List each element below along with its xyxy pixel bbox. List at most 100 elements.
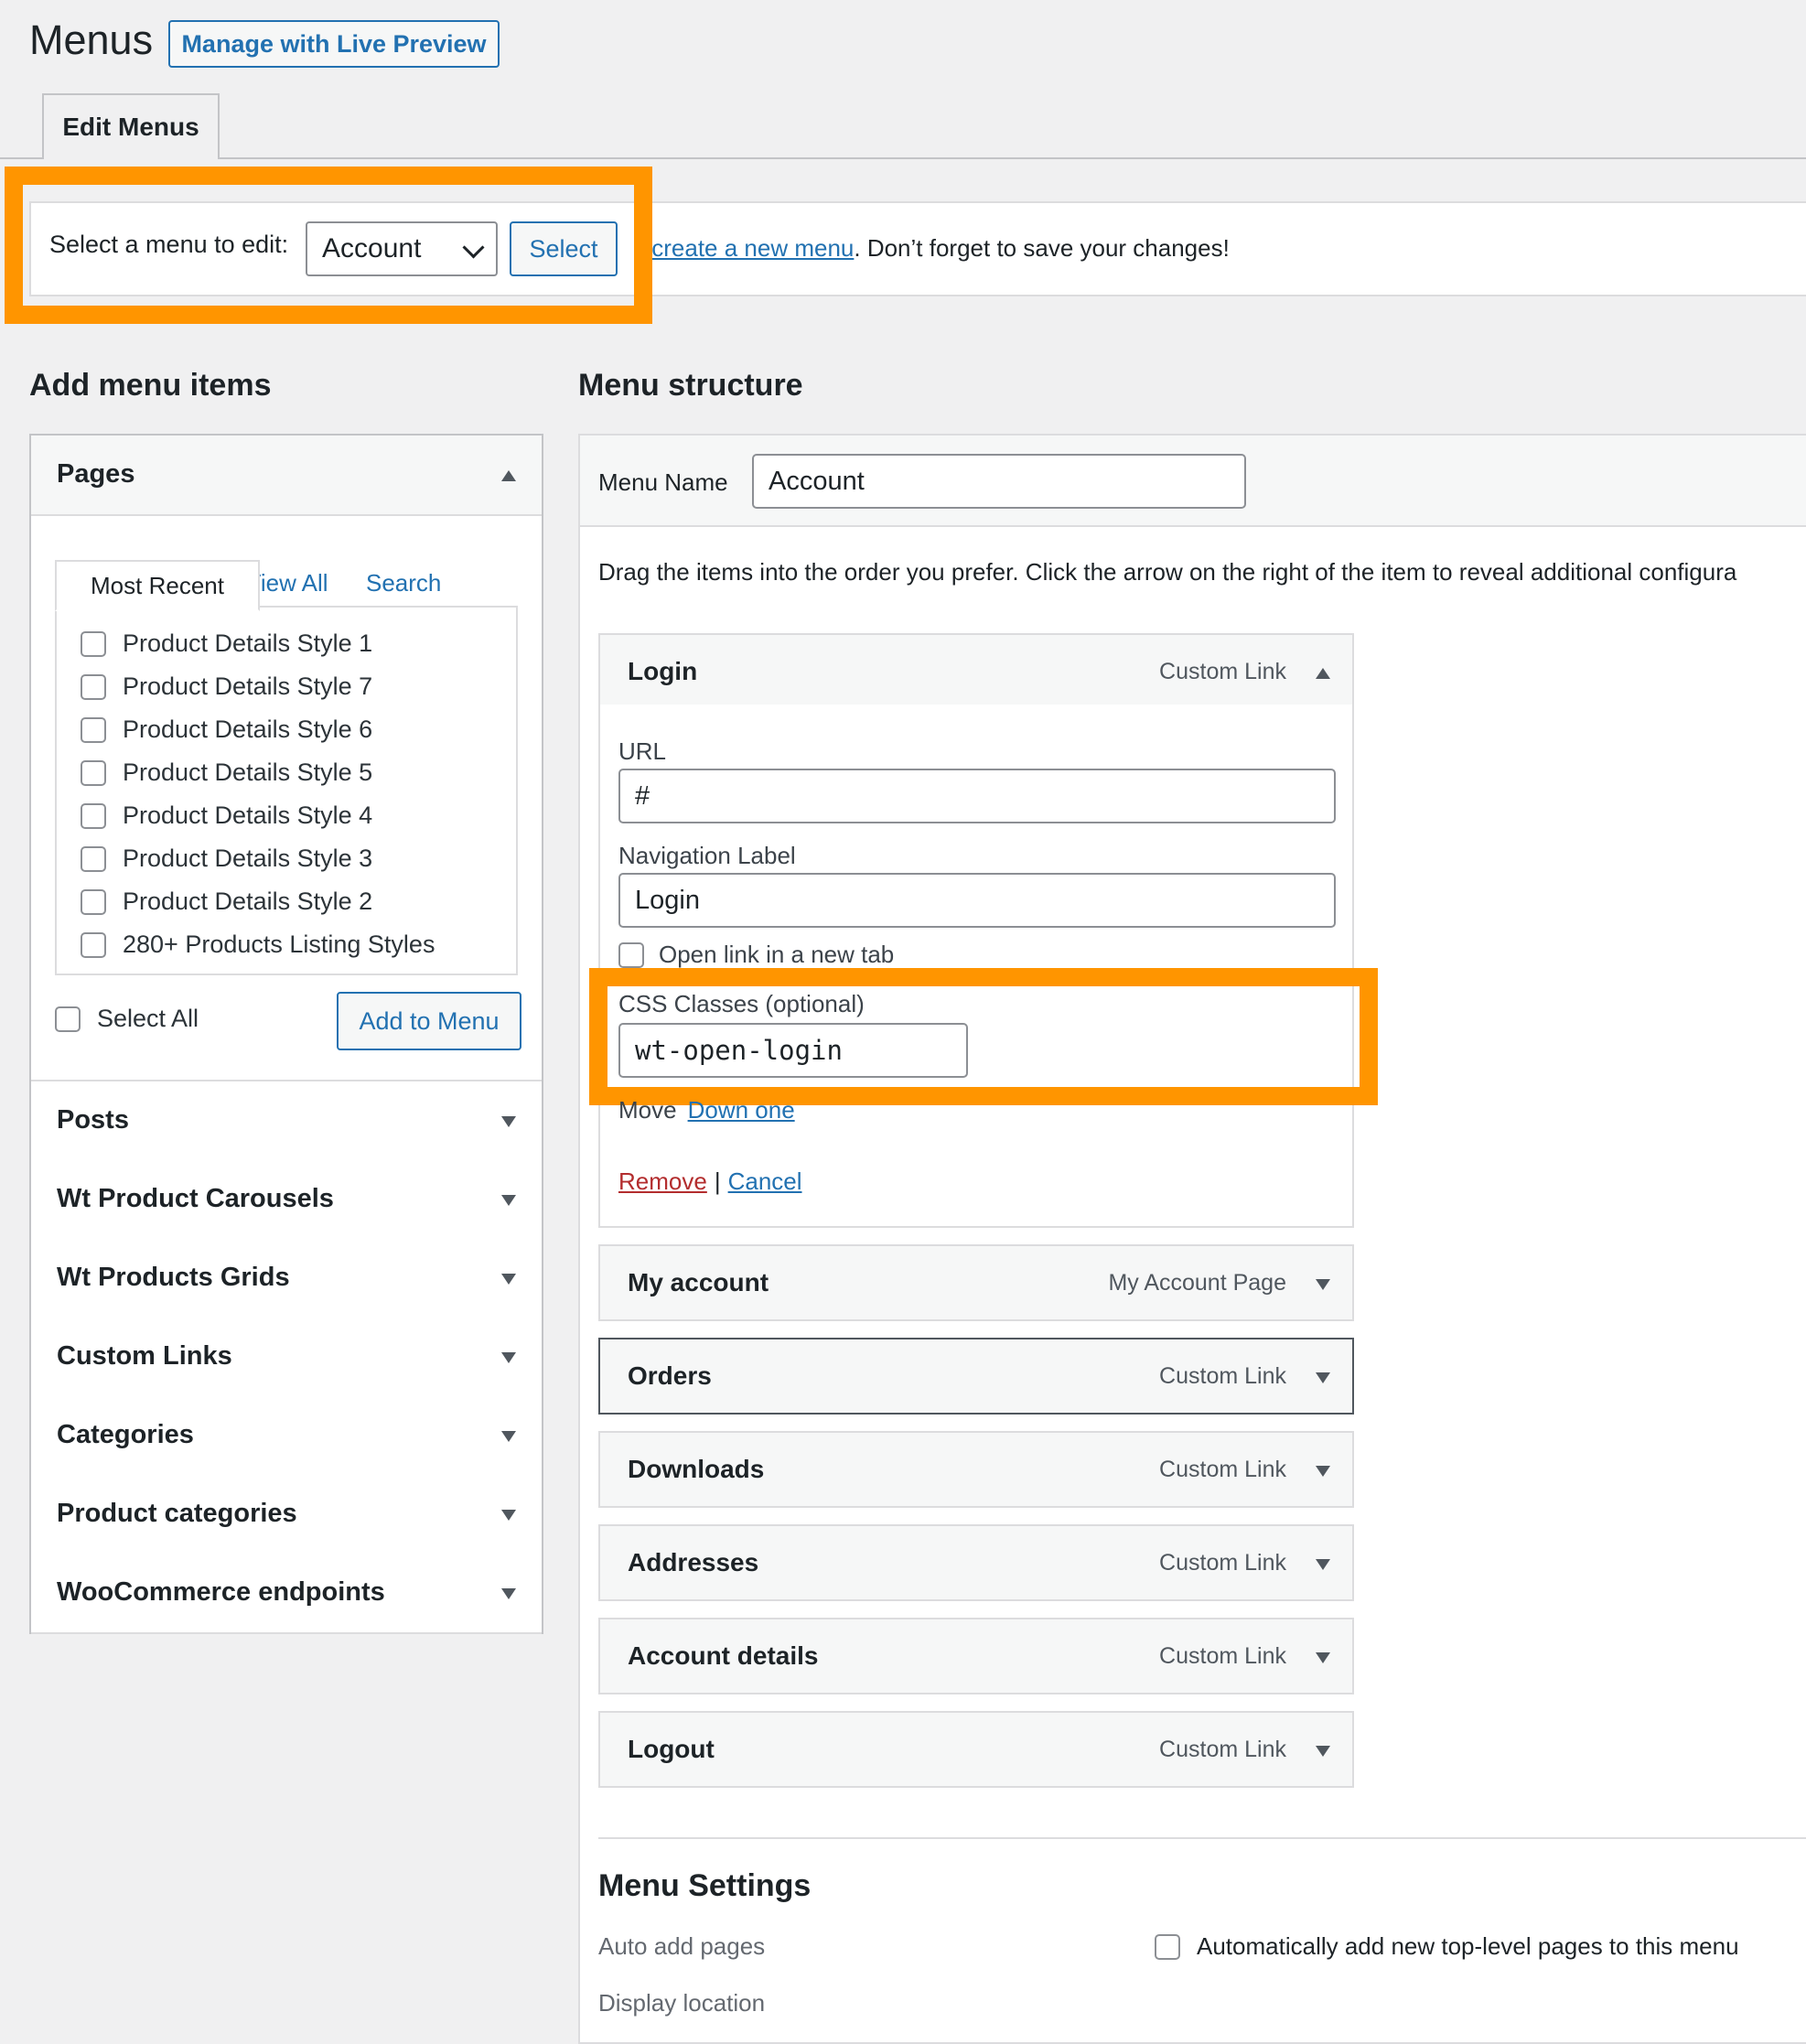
list-item-label: Product Details Style 5 bbox=[123, 758, 373, 786]
arrow-down-icon[interactable] bbox=[1316, 1559, 1330, 1570]
add-menu-items-panel: Pages Most Recent View All Search Produc… bbox=[29, 434, 543, 1634]
list-item[interactable]: Product Details Style 6 bbox=[81, 715, 372, 744]
checkbox[interactable] bbox=[81, 888, 106, 915]
hint-tail: . Don’t forget to save your changes! bbox=[854, 234, 1230, 262]
section-title: Product categories bbox=[57, 1499, 297, 1528]
arrow-down-icon bbox=[501, 1431, 516, 1442]
arrow-down-icon[interactable] bbox=[1316, 1746, 1330, 1757]
menu-settings-heading: Menu Settings bbox=[598, 1868, 812, 1903]
navigation-label-input[interactable]: Login bbox=[618, 873, 1336, 928]
section-product-categories[interactable]: Product categories bbox=[31, 1475, 542, 1555]
list-item-label: Product Details Style 2 bbox=[123, 888, 373, 915]
cancel-link[interactable]: Cancel bbox=[728, 1167, 802, 1196]
arrow-down-icon[interactable] bbox=[1316, 1466, 1330, 1477]
arrow-down-icon bbox=[501, 1510, 516, 1521]
menu-name-label: Menu Name bbox=[598, 468, 728, 496]
checkbox[interactable] bbox=[81, 759, 106, 786]
menu-item-type: Custom Link bbox=[1159, 1737, 1286, 1762]
tab-search[interactable]: Search bbox=[366, 569, 441, 597]
arrow-down-icon[interactable] bbox=[1316, 1652, 1330, 1663]
auto-add-text: Automatically add new top-level pages to… bbox=[1197, 1932, 1739, 1960]
menu-item-logout[interactable]: Logout Custom Link bbox=[598, 1711, 1354, 1788]
list-item-label: Product Details Style 1 bbox=[123, 629, 373, 657]
add-to-menu-button[interactable]: Add to Menu bbox=[337, 992, 521, 1050]
section-posts[interactable]: Posts bbox=[31, 1080, 542, 1162]
arrow-down-icon[interactable] bbox=[1316, 1372, 1330, 1383]
list-item-label: Product Details Style 4 bbox=[123, 801, 373, 829]
menu-item-addresses[interactable]: Addresses Custom Link bbox=[598, 1524, 1354, 1601]
menu-item-login[interactable]: Login Custom Link bbox=[598, 633, 1354, 710]
checkbox[interactable] bbox=[81, 630, 106, 657]
move-row: Move Down one bbox=[618, 1096, 795, 1124]
auto-add-checkbox[interactable] bbox=[1155, 1933, 1180, 1960]
list-item[interactable]: Product Details Style 7 bbox=[81, 672, 372, 701]
menu-item-type: Custom Link bbox=[1159, 1363, 1286, 1389]
open-new-tab-label: Open link in a new tab bbox=[659, 941, 895, 968]
arrow-up-icon bbox=[501, 470, 516, 481]
menu-item-downloads[interactable]: Downloads Custom Link bbox=[598, 1431, 1354, 1508]
section-custom-links[interactable]: Custom Links bbox=[31, 1318, 542, 1398]
arrow-down-icon bbox=[501, 1116, 516, 1127]
arrow-up-icon[interactable] bbox=[1316, 668, 1330, 679]
section-wt-products-grids[interactable]: Wt Products Grids bbox=[31, 1239, 542, 1319]
highlight-select-menu bbox=[5, 167, 652, 324]
list-item[interactable]: Product Details Style 3 bbox=[81, 844, 372, 873]
menu-name-input[interactable]: Account bbox=[752, 454, 1246, 509]
arrow-down-icon[interactable] bbox=[1316, 1279, 1330, 1290]
list-item[interactable]: 280+ Products Listing Styles bbox=[81, 931, 435, 959]
move-down-link[interactable]: Down one bbox=[688, 1096, 795, 1124]
section-wt-product-carousels[interactable]: Wt Product Carousels bbox=[31, 1160, 542, 1241]
select-all-checkbox[interactable] bbox=[55, 1006, 81, 1032]
select-all[interactable]: Select All bbox=[55, 1005, 199, 1033]
checkbox[interactable] bbox=[81, 845, 106, 872]
menu-item-title: Account details bbox=[628, 1641, 819, 1670]
live-preview-button[interactable]: Manage with Live Preview bbox=[168, 20, 500, 68]
menu-instructions: Drag the items into the order you prefer… bbox=[598, 558, 1737, 586]
menu-item-title: Downloads bbox=[628, 1455, 765, 1483]
pages-title: Pages bbox=[57, 459, 135, 489]
menu-item-my-account[interactable]: My account My Account Page bbox=[598, 1244, 1354, 1321]
list-item-label: 280+ Products Listing Styles bbox=[123, 931, 435, 958]
tab-divider bbox=[0, 157, 1806, 159]
auto-add-pages-label: Auto add pages bbox=[598, 1932, 766, 1960]
tab-most-recent[interactable]: Most Recent bbox=[55, 560, 260, 611]
arrow-down-icon bbox=[501, 1274, 516, 1285]
arrow-down-icon bbox=[501, 1588, 516, 1599]
move-label: Move bbox=[618, 1096, 677, 1124]
display-location-label: Display location bbox=[598, 1989, 766, 2017]
list-item[interactable]: Product Details Style 4 bbox=[81, 801, 372, 830]
settings-divider bbox=[598, 1837, 1806, 1839]
menu-structure-heading: Menu structure bbox=[578, 368, 803, 403]
menu-item-orders[interactable]: Orders Custom Link bbox=[598, 1338, 1354, 1415]
highlight-css-classes bbox=[589, 968, 1378, 1105]
checkbox[interactable] bbox=[81, 802, 106, 829]
open-new-tab-checkbox[interactable] bbox=[618, 941, 644, 968]
list-item[interactable]: Product Details Style 1 bbox=[81, 629, 372, 658]
create-new-menu-link[interactable]: create a new menu bbox=[651, 234, 854, 262]
menu-item-title: Logout bbox=[628, 1735, 715, 1763]
pages-list-box: Product Details Style 1 Product Details … bbox=[55, 606, 518, 975]
list-item[interactable]: Product Details Style 2 bbox=[81, 888, 372, 916]
auto-add-option[interactable]: Automatically add new top-level pages to… bbox=[1155, 1932, 1739, 1961]
checkbox[interactable] bbox=[81, 716, 106, 743]
section-title: Categories bbox=[57, 1420, 194, 1449]
section-title: Posts bbox=[57, 1105, 129, 1135]
checkbox[interactable] bbox=[81, 931, 106, 958]
menu-item-type: Custom Link bbox=[1159, 659, 1286, 684]
section-categories[interactable]: Categories bbox=[31, 1396, 542, 1477]
tab-edit-menus[interactable]: Edit Menus bbox=[42, 93, 220, 159]
checkbox[interactable] bbox=[81, 673, 106, 700]
section-title: WooCommerce endpoints bbox=[57, 1577, 385, 1607]
menu-item-type: Custom Link bbox=[1159, 1457, 1286, 1482]
arrow-down-icon bbox=[501, 1352, 516, 1363]
menu-item-account-details[interactable]: Account details Custom Link bbox=[598, 1618, 1354, 1694]
section-woocommerce-endpoints[interactable]: WooCommerce endpoints bbox=[31, 1554, 542, 1634]
actions-separator: | bbox=[714, 1167, 721, 1195]
remove-link[interactable]: Remove bbox=[618, 1167, 707, 1196]
menu-item-type: My Account Page bbox=[1108, 1270, 1286, 1296]
list-item[interactable]: Product Details Style 5 bbox=[81, 758, 372, 787]
url-input[interactable]: # bbox=[618, 769, 1336, 823]
pages-section-header[interactable]: Pages bbox=[31, 436, 542, 516]
url-label: URL bbox=[618, 737, 667, 765]
open-new-tab-option[interactable]: Open link in a new tab bbox=[618, 941, 894, 969]
